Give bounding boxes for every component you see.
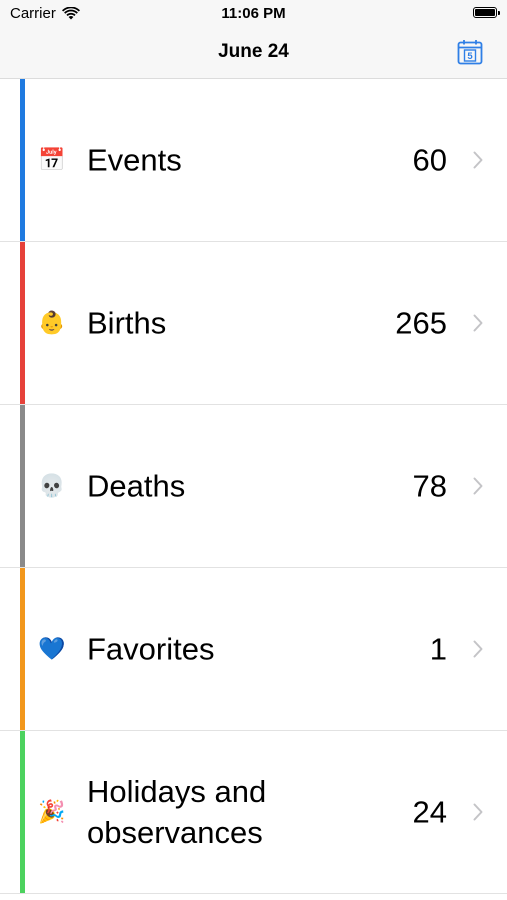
chevron-right-icon xyxy=(473,477,483,495)
color-bar xyxy=(20,568,25,730)
row-count: 24 xyxy=(412,794,447,830)
status-bar: Carrier 11:06 PM xyxy=(0,0,507,26)
row-count: 60 xyxy=(412,142,447,178)
row-label: Events xyxy=(87,142,182,178)
party-popper-icon: 🎉 xyxy=(38,799,66,824)
blue-heart-icon: 💙 xyxy=(38,636,66,661)
row-label: Births xyxy=(87,305,167,341)
row-label: Deaths xyxy=(87,468,186,504)
page-title: June 24 xyxy=(218,41,289,62)
calendar-button[interactable]: 5 xyxy=(457,39,483,65)
row-label: Favorites xyxy=(87,631,215,667)
chevron-right-icon xyxy=(473,314,483,332)
list-item-favorites[interactable]: 💙 Favorites 1 xyxy=(0,568,507,731)
chevron-right-icon xyxy=(473,640,483,658)
row-count: 265 xyxy=(395,305,447,341)
status-time: 11:06 PM xyxy=(221,5,286,22)
row-count: 1 xyxy=(429,631,447,667)
row-label: Holidays and observances xyxy=(87,774,267,850)
battery-icon xyxy=(473,7,500,18)
color-bar xyxy=(20,242,25,404)
color-bar xyxy=(20,405,25,567)
navigation-bar: June 24 5 xyxy=(0,26,507,79)
color-bar xyxy=(20,79,25,241)
calendar-17-icon: 📅 xyxy=(38,147,66,172)
skull-icon: 💀 xyxy=(38,473,66,498)
chevron-right-icon xyxy=(473,151,483,169)
calendar-icon: 5 xyxy=(457,40,483,65)
battery-fill xyxy=(475,9,495,16)
row-count: 78 xyxy=(412,468,447,504)
baby-icon: 👶 xyxy=(38,310,66,335)
chevron-right-icon xyxy=(473,803,483,821)
calendar-day: 5 xyxy=(467,51,473,62)
list-item-births[interactable]: 👶 Births 265 xyxy=(0,242,507,405)
category-list: 📅 Events 60 👶 Births 265 💀 Deaths 78 💙 F… xyxy=(0,79,507,894)
list-item-deaths[interactable]: 💀 Deaths 78 xyxy=(0,405,507,568)
list-item-holidays[interactable]: 🎉 Holidays and observances 24 xyxy=(0,731,507,894)
color-bar xyxy=(20,731,25,893)
list-item-events[interactable]: 📅 Events 60 xyxy=(0,79,507,242)
